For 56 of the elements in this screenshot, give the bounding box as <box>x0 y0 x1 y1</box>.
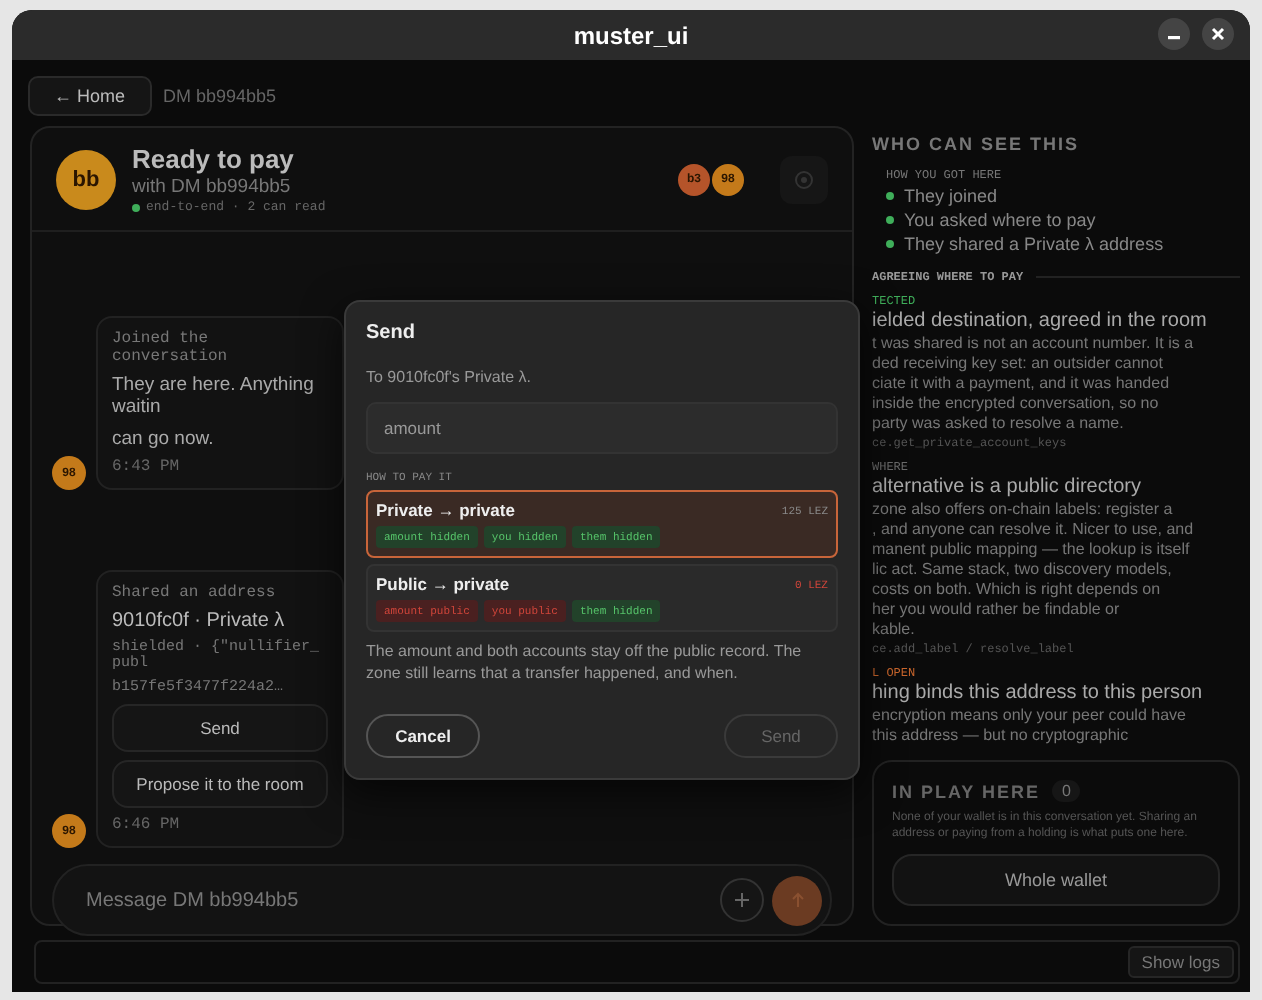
dialog-title: Send <box>366 322 417 344</box>
address-title: 9010fc0f · Private λ <box>112 610 287 633</box>
bullet-icon <box>886 192 894 200</box>
close-button[interactable] <box>1202 18 1234 50</box>
note-text: kable. <box>872 620 917 640</box>
message-heading: Shared an address <box>112 584 278 603</box>
note-text: manent public mapping — the lookup is itself <box>872 540 1192 560</box>
minimize-button[interactable] <box>1158 18 1190 50</box>
message-time: 6:46 PM <box>112 816 182 835</box>
history-item: They joined <box>904 186 998 206</box>
note-text: encryption means only your peer could have <box>872 706 1188 726</box>
message-text: can go now. <box>112 427 216 451</box>
history-item: You asked where to pay <box>904 210 1096 230</box>
avatar: bb <box>56 149 116 209</box>
message-heading: Joined the conversation <box>112 330 230 366</box>
bullet-icon <box>886 240 894 248</box>
window-title: muster_ui <box>573 21 689 49</box>
section-title: WHO CAN SEE THIS <box>872 132 1082 154</box>
recipient-text: To 9010fc0f's Private λ. <box>366 368 533 386</box>
note-heading: hing binds this address to this person <box>872 682 1205 704</box>
show-logs-button[interactable]: Show logs <box>1127 946 1234 978</box>
note-heading: ielded destination, agreed in the room <box>872 310 1209 332</box>
message-field[interactable]: Message DM bb994bb5 <box>52 864 832 937</box>
note-text: inside the encrypted conversation, so no <box>872 394 1161 414</box>
note-text: lic act. Same stack, two discovery models, <box>872 560 1174 580</box>
note-text: ciate it with a payment, and it was handed <box>872 374 1172 394</box>
message-action-button[interactable]: Propose it to the room <box>112 760 328 809</box>
cancel-button[interactable]: Cancel <box>366 713 480 758</box>
home-button[interactable]: ← Home <box>28 76 152 116</box>
note-text: costs on both. Which is right depends on <box>872 580 1163 600</box>
chat-subtitle: with DM bb994bb5 <box>132 176 293 198</box>
history-item: They shared a Private λ address <box>904 234 1164 254</box>
count-badge: 0 <box>1052 780 1081 803</box>
message-text: They are here. Anything waitin <box>112 374 316 420</box>
note-text: ded receiving key set: an outsider cannot <box>872 354 1165 374</box>
plus-icon <box>734 892 750 909</box>
note-heading: alternative is a public directory <box>872 476 1144 498</box>
message-time: 6:43 PM <box>112 458 182 477</box>
circle-icon <box>794 169 814 189</box>
dialog-description: The amount and both accounts stay off the public record. The zone still learns that a transfer happened, and when. <box>366 642 804 686</box>
note-text: zone also offers on-chain labels: register a <box>872 500 1175 520</box>
note-text: her you would rather be findable or <box>872 600 1122 620</box>
breadcrumb: DM bb994bb5 <box>163 86 277 106</box>
note-text: party was asked to resolve a name. <box>872 414 1126 434</box>
note-text: , and anyone can resolve it. Nicer to use, and <box>872 520 1196 540</box>
card-title: IN PLAY HERE <box>892 781 1041 802</box>
chat-title: Ready to pay <box>132 144 296 174</box>
note-text: t was shared is not an account number. It is a <box>872 334 1196 354</box>
arrow-up-icon <box>789 892 805 909</box>
bullet-icon <box>886 216 894 224</box>
message-action-button[interactable]: Send <box>112 704 328 753</box>
status-dot <box>132 203 140 211</box>
amount-field[interactable]: amount <box>366 402 838 454</box>
close-icon <box>1210 26 1226 42</box>
whole-wallet-button[interactable]: Whole wallet <box>892 854 1220 906</box>
note-text: this address — but no cryptographic <box>872 726 1131 746</box>
